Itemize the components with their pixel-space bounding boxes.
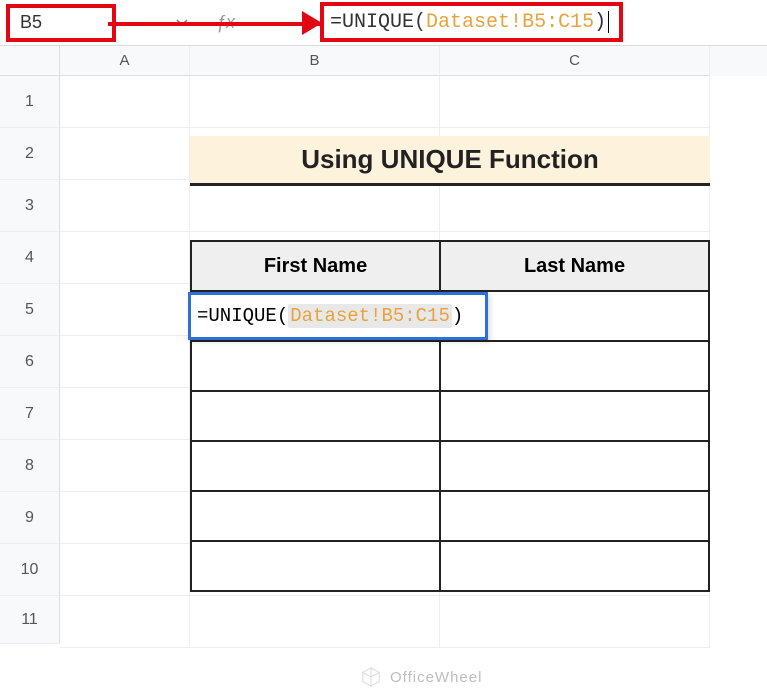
formula-toolbar: B5 ƒx = UNIQUE ( Dataset!B5:C15 ) [0,0,767,46]
watermark-text: OfficeWheel [390,669,482,686]
active-cell-editor[interactable]: = UNIQUE ( Dataset!B5:C15 ) [188,292,488,340]
row-header-6[interactable]: 6 [0,336,60,388]
page-title-text: Using UNIQUE Function [301,144,599,175]
cell-C6[interactable] [440,341,709,391]
formula-function: UNIQUE [342,11,414,34]
col-header-B[interactable]: B [190,46,440,76]
edit-fn: UNIQUE [208,305,276,327]
col-header-C[interactable]: C [440,46,710,76]
cell-B9[interactable] [191,491,440,541]
formula-bar[interactable]: = UNIQUE ( Dataset!B5:C15 ) [320,2,623,42]
row-header-4[interactable]: 4 [0,232,60,284]
select-all-corner[interactable] [0,46,60,76]
name-box-value: B5 [20,12,42,33]
annotation-arrow [302,11,322,35]
edit-open: ( [277,305,288,327]
cell-B8[interactable] [191,441,440,491]
annotation-line [108,22,320,26]
formula-close-paren: ) [594,11,606,34]
edit-ref: Dataset!B5:C15 [290,305,450,327]
edit-close: ) [452,305,463,327]
row-header-2[interactable]: 2 [0,128,60,180]
name-box[interactable]: B5 [6,4,116,42]
cell-C7[interactable] [440,391,709,441]
row-header-column: 1 2 3 4 5 6 7 8 9 10 11 [0,46,60,671]
cell-B6[interactable] [191,341,440,391]
row-header-10[interactable]: 10 [0,544,60,596]
edit-eq: = [197,305,208,327]
text-cursor [608,11,609,33]
row-header-8[interactable]: 8 [0,440,60,492]
column-headers: A B C [60,46,767,76]
grid[interactable]: Using UNIQUE Function First Name Last Na… [60,76,767,648]
row-header-9[interactable]: 9 [0,492,60,544]
row-header-1[interactable]: 1 [0,76,60,128]
watermark-logo-icon [360,666,382,688]
cell-C10[interactable] [440,541,709,591]
row-header-3[interactable]: 3 [0,180,60,232]
formula-open-paren: ( [414,11,426,34]
cell-B7[interactable] [191,391,440,441]
header-last-name: Last Name [440,241,709,291]
cell-C8[interactable] [440,441,709,491]
header-first-name: First Name [191,241,440,291]
spreadsheet: 1 2 3 4 5 6 7 8 9 10 11 A B C [0,46,767,671]
watermark: OfficeWheel [360,666,482,688]
cell-B10[interactable] [191,541,440,591]
formula-reference: Dataset!B5:C15 [426,11,594,34]
col-header-A[interactable]: A [60,46,190,76]
row-header-5[interactable]: 5 [0,284,60,336]
row-header-11[interactable]: 11 [0,596,60,644]
formula-eq: = [330,11,342,34]
row-header-7[interactable]: 7 [0,388,60,440]
cell-C9[interactable] [440,491,709,541]
page-title: Using UNIQUE Function [190,136,710,186]
